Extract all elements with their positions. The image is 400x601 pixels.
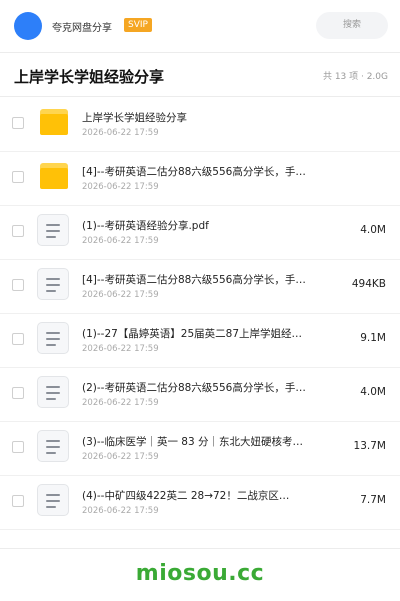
username: 夸克网盘分享 [52,23,112,34]
item-date: 2026-06-22 17:59 [82,506,159,516]
item-date: 2026-06-22 17:59 [82,236,159,246]
item-date: 2026-06-22 17:59 [82,290,159,300]
folder-row[interactable]: [4]--考研英语二估分88六级556高分学长，手… 2026-06-22 17:… [0,151,400,206]
row-checkbox[interactable] [12,279,24,291]
file-row[interactable]: [4]--考研英语二估分88六级556高分学长，手… 2026-06-22 17:… [0,259,400,314]
item-size: 13.7M [353,440,386,452]
top-bar: 夸克网盘分享 SVIP 搜索 [0,0,400,53]
folder-icon [40,109,68,135]
folder-meta: 共 13 项 · 2.0G [322,72,388,82]
row-checkbox[interactable] [12,117,24,129]
folder-row[interactable]: 上岸学长学姐经验分享 2026-06-22 17:59 [0,97,400,152]
site-watermark: miosou.cc [135,561,265,586]
row-checkbox[interactable] [12,333,24,345]
item-name: 上岸学长学姐经验分享 [82,112,187,124]
row-checkbox[interactable] [12,387,24,399]
item-size: 9.1M [360,332,386,344]
document-icon [37,484,69,516]
page-title: 上岸学长学姐经验分享 [14,68,165,86]
folder-header: 上岸学长学姐经验分享 共 13 项 · 2.0G [0,52,400,97]
item-size: 7.7M [360,494,386,506]
document-icon [37,322,69,354]
item-size: 4.0M [360,224,386,236]
item-name: [4]--考研英语二估分88六级556高分学长，手… [82,166,306,178]
document-icon [37,268,69,300]
avatar[interactable] [14,12,42,40]
svip-badge: SVIP [124,18,152,32]
row-checkbox[interactable] [12,225,24,237]
file-row[interactable]: (4)--中矿四级422英二 28→72！二战京区… 2026-06-22 17:… [0,475,400,530]
file-row[interactable]: (1)--27【晶婷英语】25届英二87上岸学姐经… 2026-06-22 17:… [0,313,400,368]
item-name: (4)--中矿四级422英二 28→72！二战京区… [82,490,290,502]
item-name: (3)--临床医学｜英一 83 分｜东北大妞硬核考… [82,436,303,448]
item-date: 2026-06-22 17:59 [82,398,159,408]
folder-icon [40,163,68,189]
item-name: [4]--考研英语二估分88六级556高分学长，手… [82,274,306,286]
item-date: 2026-06-22 17:59 [82,452,159,462]
file-row[interactable]: (3)--临床医学｜英一 83 分｜东北大妞硬核考… 2026-06-22 17:… [0,421,400,476]
item-date: 2026-06-22 17:59 [82,128,159,138]
item-size: 494KB [351,278,386,290]
item-size: 4.0M [360,386,386,398]
row-checkbox[interactable] [12,171,24,183]
row-checkbox[interactable] [12,441,24,453]
search-input[interactable]: 搜索 [316,12,388,39]
document-icon [37,430,69,462]
document-icon [37,376,69,408]
item-date: 2026-06-22 17:59 [82,344,159,354]
footer: miosou.cc [0,548,400,601]
document-icon [37,214,69,246]
row-checkbox[interactable] [12,495,24,507]
item-name: (1)--考研英语经验分享.pdf [82,220,209,232]
file-row[interactable]: (1)--考研英语经验分享.pdf 2026-06-22 17:59 4.0M [0,205,400,260]
item-name: (2)--考研英语二估分88六级556高分学长，手… [82,382,306,394]
file-row[interactable]: (2)--考研英语二估分88六级556高分学长，手… 2026-06-22 17:… [0,367,400,422]
item-date: 2026-06-22 17:59 [82,182,159,192]
item-name: (1)--27【晶婷英语】25届英二87上岸学姐经… [82,328,303,340]
